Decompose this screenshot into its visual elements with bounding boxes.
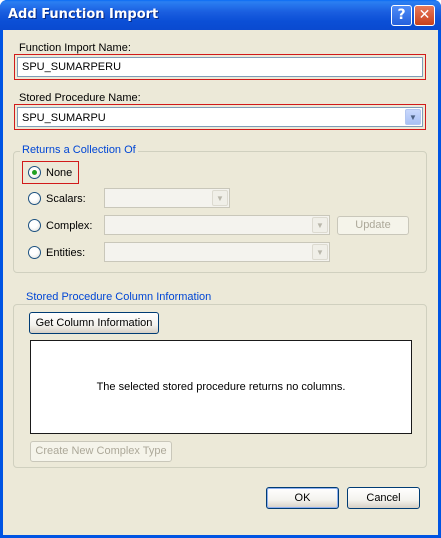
title-bar[interactable]: Add Function Import ? ✕ xyxy=(0,0,441,30)
help-icon[interactable]: ? xyxy=(391,5,412,26)
dialog-body: Function Import Name: SPU_SUMARPERU Stor… xyxy=(3,30,438,535)
chevron-down-icon[interactable]: ▼ xyxy=(212,190,228,206)
scalars-select[interactable]: ▼ xyxy=(104,188,230,208)
entities-select[interactable]: ▼ xyxy=(104,242,330,262)
close-icon[interactable]: ✕ xyxy=(414,5,435,26)
dialog-title: Add Function Import xyxy=(8,7,159,22)
complex-option-label: Complex: xyxy=(46,220,93,232)
no-columns-message: The selected stored procedure returns no… xyxy=(96,381,346,393)
entities-option-label: Entities: xyxy=(46,247,86,259)
stored-procedure-select[interactable]: SPU_SUMARPU ▼ xyxy=(17,107,423,127)
entities-radio[interactable] xyxy=(28,246,41,259)
stored-procedure-label: Stored Procedure Name: xyxy=(19,92,141,104)
get-column-information-button[interactable]: Get Column Information xyxy=(29,312,159,334)
ok-button[interactable]: OK xyxy=(266,487,339,509)
radio-selected-dot xyxy=(32,170,37,175)
none-radio[interactable] xyxy=(28,166,41,179)
dialog-window: Add Function Import ? ✕ Function Import … xyxy=(0,0,441,538)
columns-list[interactable]: The selected stored procedure returns no… xyxy=(30,340,412,434)
chevron-down-icon[interactable]: ▼ xyxy=(405,109,421,125)
create-complex-type-button[interactable]: Create New Complex Type xyxy=(30,441,172,462)
function-import-name-input[interactable]: SPU_SUMARPERU xyxy=(17,57,423,77)
update-button[interactable]: Update xyxy=(337,216,409,235)
complex-select[interactable]: ▼ xyxy=(104,215,330,235)
scalars-option-label: Scalars: xyxy=(46,193,86,205)
chevron-down-icon[interactable]: ▼ xyxy=(312,217,328,233)
cancel-button[interactable]: Cancel xyxy=(347,487,420,509)
returns-collection-title: Returns a Collection Of xyxy=(20,144,138,156)
column-info-title: Stored Procedure Column Information xyxy=(24,291,214,303)
scalars-radio[interactable] xyxy=(28,192,41,205)
none-option-label: None xyxy=(46,167,73,179)
stored-procedure-value: SPU_SUMARPU xyxy=(22,112,106,124)
chevron-down-icon[interactable]: ▼ xyxy=(312,244,328,260)
function-import-label: Function Import Name: xyxy=(19,42,131,54)
complex-radio[interactable] xyxy=(28,219,41,232)
